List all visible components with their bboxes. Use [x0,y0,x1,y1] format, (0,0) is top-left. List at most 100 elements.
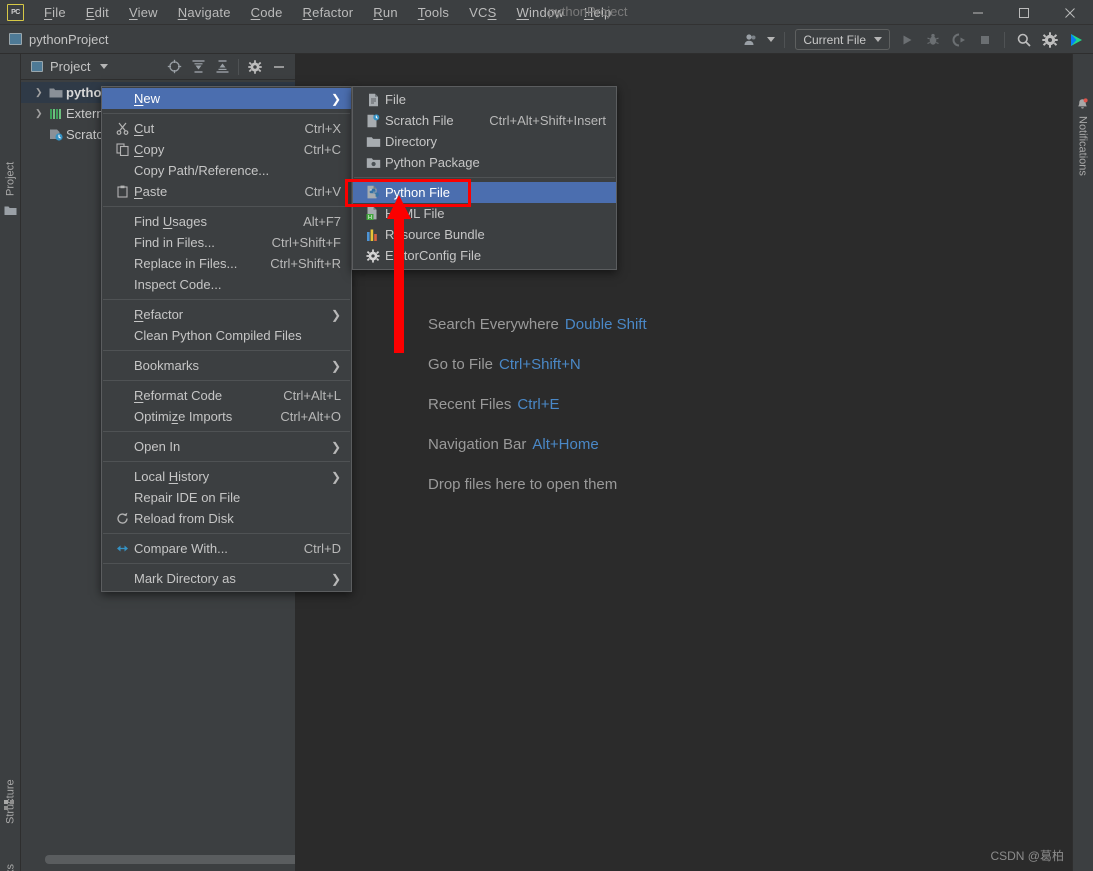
context-menu-item-reload-from-disk[interactable]: Reload from Disk [102,508,351,529]
menu-navigate[interactable]: Navigate [168,2,241,23]
html-file-icon: H [361,206,385,221]
context-menu-shortcut: Alt+F7 [303,214,341,229]
menu-view[interactable]: View [119,2,168,23]
context-menu-label: Replace in Files... [134,256,238,271]
hint-shortcut: Ctrl+Shift+N [499,356,581,373]
context-menu-label: Repair IDE on File [134,490,241,505]
menu-separator [103,206,350,207]
breadcrumb[interactable]: pythonProject [29,32,109,47]
folder-icon[interactable] [4,204,17,217]
libraries-icon [49,108,66,120]
menu-edit[interactable]: Edit [76,2,119,23]
hint-label: Drop files here to open them [428,476,618,493]
context-menu-shortcut: Ctrl+D [303,541,341,556]
context-menu-shortcut: Ctrl+Shift+F [271,235,341,250]
editor-hints: Search Everywhere Double Shift Go to File… [428,316,647,493]
window-title: pythonProject [548,4,628,19]
context-menu-label: Clean Python Compiled Files [134,328,302,343]
project-panel-header: Project [21,54,295,80]
submenu-label: Python Package [385,155,480,170]
context-menu-shortcut: Ctrl+Alt+L [283,388,341,403]
context-menu-item-find-in-files[interactable]: Find in Files... Ctrl+Shift+F [102,232,351,253]
context-menu-label: New [134,91,161,106]
context-menu-item-compare-with[interactable]: Compare With... Ctrl+D [102,538,351,559]
context-menu-item-new[interactable]: New ❯ [102,88,351,109]
submenu-item-html-file[interactable]: H HTML File [353,203,616,224]
file-icon [361,93,385,107]
context-menu-item-repair-ide-on-file[interactable]: Repair IDE on File [102,487,351,508]
sidebar-item-notifications[interactable]: Notifications [1072,116,1093,226]
context-menu-item-inspect-code[interactable]: Inspect Code... [102,274,351,295]
python-package-icon [361,157,385,169]
context-menu-item-cut[interactable]: Cut Ctrl+X [102,118,351,139]
run-configuration-selector[interactable]: Current File [795,29,890,50]
context-menu-item-copy[interactable]: Copy Ctrl+C [102,139,351,160]
context-menu-item-reformat-code[interactable]: Reformat Code Ctrl+Alt+L [102,385,351,406]
coverage-icon[interactable] [946,28,972,52]
horizontal-scrollbar[interactable] [45,855,300,864]
submenu-item-file[interactable]: File [353,89,616,110]
hide-icon[interactable] [267,56,291,78]
submenu-item-scratch-file[interactable]: Scratch File Ctrl+Alt+Shift+Insert [353,110,616,131]
sidebar-item-bookmarks[interactable]: Bookmarks [0,829,21,871]
chevron-right-icon[interactable]: ❯ [35,87,49,98]
expand-all-icon[interactable] [186,56,210,78]
menu-file[interactable]: File [34,2,76,23]
chevron-down-icon[interactable] [100,64,109,69]
context-menu-label: Reload from Disk [134,511,234,526]
sidebar-item-structure[interactable]: Structure [0,746,21,824]
chevron-right-icon[interactable]: ❯ [35,108,49,119]
context-menu-item-bookmarks[interactable]: Bookmarks ❯ [102,355,351,376]
submenu-item-editorconfig-file[interactable]: EditorConfig File [353,245,616,266]
search-icon[interactable] [1011,28,1037,52]
run-icon[interactable] [894,28,920,52]
chevron-right-icon: ❯ [330,91,341,106]
context-menu-item-find-usages[interactable]: Find Usages Alt+F7 [102,211,351,232]
context-menu-item-paste[interactable]: Paste Ctrl+V [102,181,351,202]
context-menu-item-optimize-imports[interactable]: Optimize Imports Ctrl+Alt+O [102,406,351,427]
paste-icon [110,185,134,198]
project-panel-title: Project [50,59,91,74]
collapse-all-icon[interactable] [210,56,234,78]
sidebar-item-project[interactable]: Project [0,126,21,196]
scratches-icon [49,128,66,141]
context-menu-shortcut: Ctrl+X [304,121,341,136]
stop-icon[interactable] [972,28,998,52]
menu-code[interactable]: Code [241,2,293,23]
account-dropdown-caret-icon[interactable] [764,28,778,52]
hint-shortcut: Alt+Home [532,436,599,453]
maximize-icon[interactable] [1001,0,1047,25]
close-icon[interactable] [1047,0,1093,25]
notifications-label: Notifications [1076,116,1089,176]
context-menu-item-refactor[interactable]: Refactor ❯ [102,304,351,325]
account-icon[interactable] [738,28,764,52]
select-opened-file-icon[interactable] [162,56,186,78]
settings-icon[interactable] [1037,28,1063,52]
submenu-item-directory[interactable]: Directory [353,131,616,152]
context-menu-item-local-history[interactable]: Local History ❯ [102,466,351,487]
submenu-item-resource-bundle[interactable]: Resource Bundle [353,224,616,245]
toolbar-divider-1 [784,31,786,48]
minimize-icon[interactable] [955,0,1001,25]
pycharm-logo-icon: PC [7,3,24,21]
window-controls [955,0,1093,25]
menu-refactor[interactable]: Refactor [293,2,364,23]
menu-run[interactable]: Run [363,2,407,23]
bookmarks-tool-label: Bookmarks [5,864,17,871]
settings-icon[interactable] [243,56,267,78]
context-menu-item-replace-in-files[interactable]: Replace in Files... Ctrl+Shift+R [102,253,351,274]
debug-icon[interactable] [920,28,946,52]
menu-vcs[interactable]: VCS [459,2,506,23]
context-menu-item-clean-python-compiled-files[interactable]: Clean Python Compiled Files [102,325,351,346]
submenu-item-python-file[interactable]: Python File [353,182,616,203]
context-menu-item-open-in[interactable]: Open In ❯ [102,436,351,457]
navbar-toolbar: Current File [738,25,1089,54]
submenu-item-python-package[interactable]: Python Package [353,152,616,173]
menu-tools[interactable]: Tools [408,2,459,23]
context-menu: New ❯ Cut Ctrl+X Copy Ctrl+C Copy Path/R… [101,86,352,592]
context-menu-item-copy-path[interactable]: Copy Path/Reference... [102,160,351,181]
context-menu-label: Optimize Imports [134,409,233,424]
updates-icon[interactable] [1063,28,1089,52]
watermark: CSDN @葛柏 [990,849,1064,863]
context-menu-item-mark-directory-as[interactable]: Mark Directory as ❯ [102,568,351,589]
